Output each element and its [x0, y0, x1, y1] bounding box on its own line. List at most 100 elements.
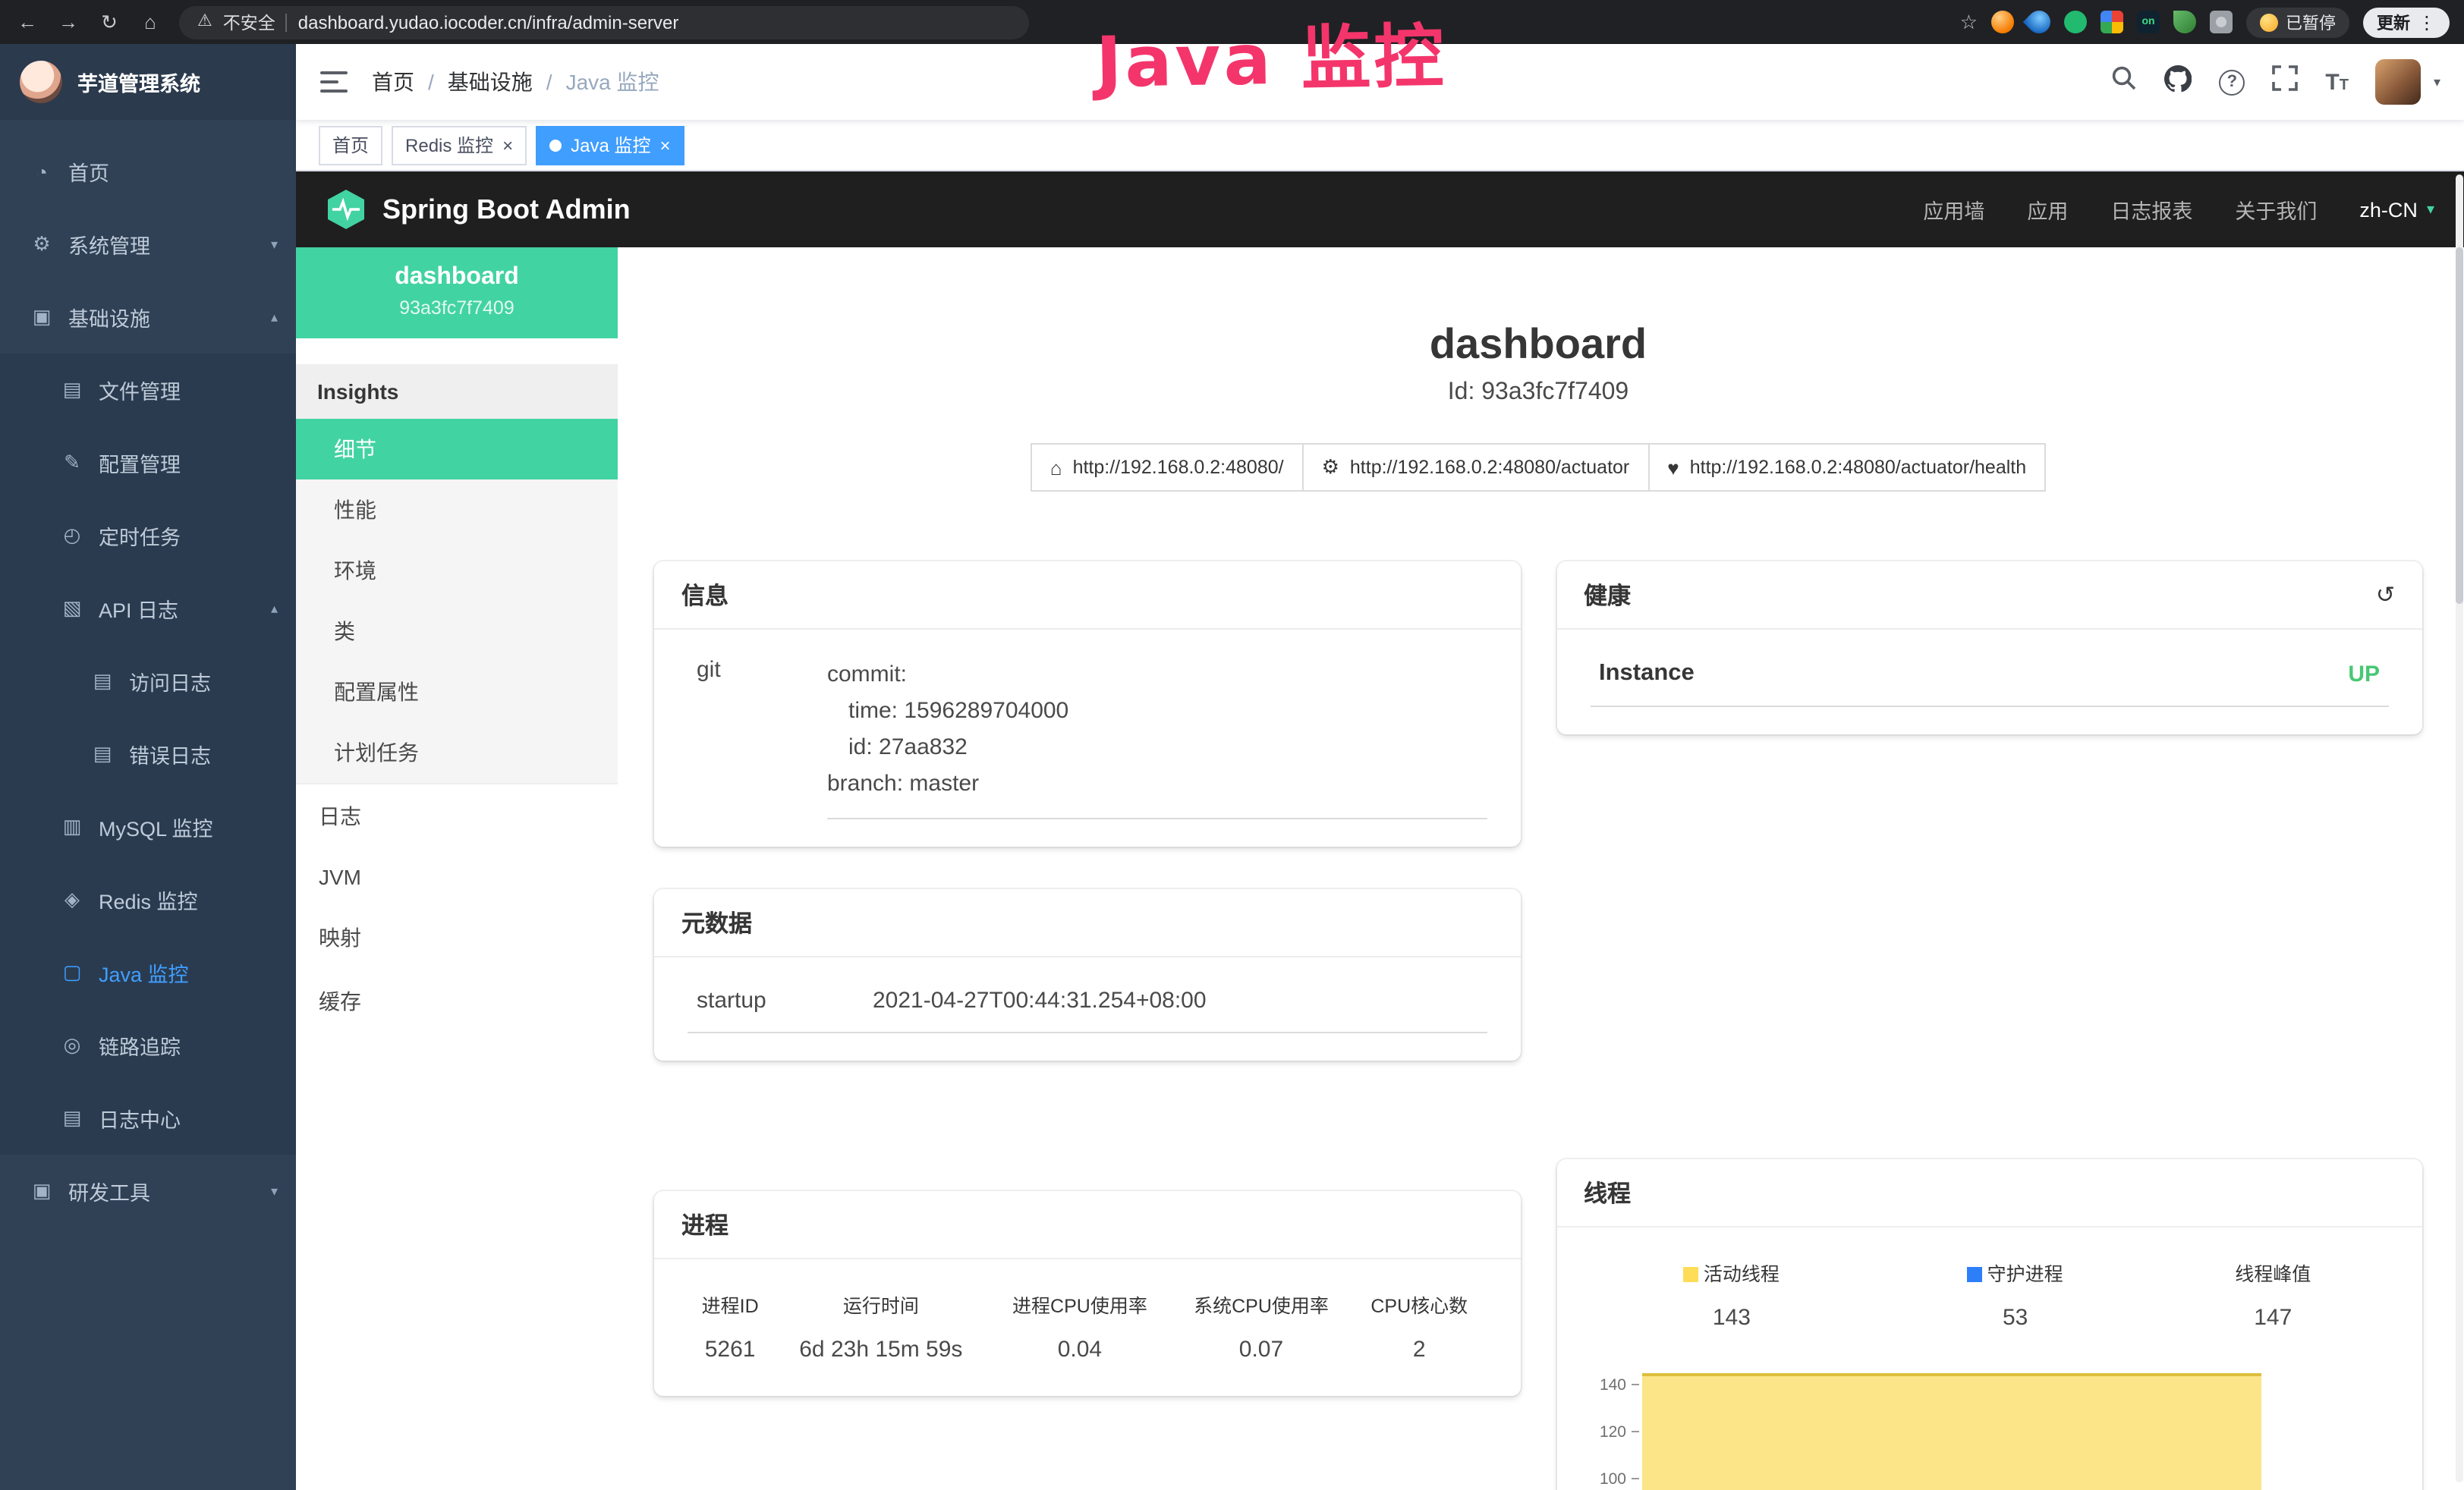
extension-drop-icon[interactable] — [2023, 6, 2055, 38]
sidebar-item-system-management[interactable]: ⚙ 系统管理 ▾ — [0, 208, 296, 281]
user-avatar[interactable] — [2376, 59, 2422, 105]
service-url-text: http://192.168.0.2:48080/ — [1073, 457, 1284, 478]
breadcrumb-home[interactable]: 首页 — [372, 67, 414, 97]
sidebar-item-mysql-monitor[interactable]: ▥ MySQL 监控 — [0, 791, 296, 863]
avatar-caret-icon[interactable]: ▾ — [2434, 74, 2440, 90]
font-size-icon[interactable]: T T — [2325, 71, 2349, 93]
sba-nav-about[interactable]: 关于我们 — [2235, 194, 2317, 225]
help-icon[interactable]: ? — [2219, 69, 2245, 95]
threads-card-header: 线程 — [1556, 1159, 2422, 1228]
document-icon: ▤ — [91, 742, 114, 766]
sba-brand[interactable]: Spring Boot Admin — [326, 188, 631, 231]
sidebar-item-api-logs[interactable]: ▧ API 日志 ▴ — [0, 572, 296, 645]
sba-menu-mappings[interactable]: 映射 — [296, 906, 618, 970]
startup-row: startup 2021-04-27T00:44:31.254+08:00 — [688, 985, 1487, 1033]
forward-icon[interactable]: → — [56, 12, 80, 32]
tab-redis-monitor[interactable]: Redis 监控 × — [392, 125, 527, 165]
sba-nav-applications[interactable]: 应用 — [2027, 194, 2068, 225]
process-col-cores: CPU核心数 — [1352, 1287, 1487, 1322]
sidebar-item-label: API 日志 — [99, 593, 178, 624]
sba-brand-label: Spring Boot Admin — [382, 193, 631, 225]
tab-java-monitor[interactable]: Java 监控 × — [536, 125, 684, 165]
sba-menu-config-props[interactable]: 配置属性 — [296, 662, 618, 722]
fullscreen-icon[interactable] — [2272, 65, 2298, 99]
scrollbar-thumb[interactable] — [2456, 247, 2463, 604]
sidebar-item-dev-tools[interactable]: ▣ 研发工具 ▾ — [0, 1155, 296, 1228]
sidebar-menu: ◔ 首页 ⚙ 系统管理 ▾ ▣ 基础设施 ▴ ▤ 文件管理 — [0, 120, 296, 1228]
sba-menu-details[interactable]: 细节 — [296, 419, 618, 479]
card-title: 线程 — [1584, 1176, 1631, 1209]
chrome-update-button[interactable]: 更新 ⋮ — [2363, 7, 2450, 37]
profile-paused-badge[interactable]: 已暂停 — [2246, 7, 2349, 37]
breadcrumb-infrastructure[interactable]: 基础设施 — [448, 67, 533, 97]
y-tick-label: 100 — [1600, 1470, 1626, 1488]
chart-y-axis: 140 120 100 — [1590, 1361, 1638, 1490]
extensions-puzzle-icon[interactable] — [2210, 11, 2233, 33]
sba-menu-classes[interactable]: 类 — [296, 601, 618, 662]
github-icon[interactable] — [2164, 64, 2192, 99]
sba-menu-metrics[interactable]: 性能 — [296, 479, 618, 540]
security-label[interactable]: 不安全 — [223, 10, 275, 34]
process-card-header: 进程 — [654, 1191, 1520, 1259]
extension-fox-icon[interactable] — [1991, 11, 2014, 33]
sba-menu-logs[interactable]: 日志 — [296, 784, 618, 848]
search-icon[interactable] — [2111, 65, 2137, 99]
sba-menu-environment[interactable]: 环境 — [296, 540, 618, 601]
info-card-header: 信息 — [654, 561, 1520, 630]
sidebar-item-redis-monitor[interactable]: ◈ Redis 监控 — [0, 863, 296, 936]
instance-links: ⌂ http://192.168.0.2:48080/ ⚙ http://192… — [654, 443, 2422, 492]
clock-icon: ◴ — [61, 523, 83, 548]
sidebar-item-label: 文件管理 — [99, 375, 181, 405]
health-url-link[interactable]: ♥ http://192.168.0.2:48080/actuator/heal… — [1647, 443, 2046, 492]
sidebar-item-label: 日志中心 — [99, 1103, 181, 1133]
back-icon[interactable]: ← — [15, 12, 39, 32]
extension-on-badge-icon[interactable]: on — [2137, 11, 2160, 33]
sba-menu-scheduled-tasks[interactable]: 计划任务 — [296, 722, 618, 783]
sidebar-item-access-logs[interactable]: ▤ 访问日志 — [0, 645, 296, 718]
address-bar[interactable]: ⚠ 不安全 dashboard.yudao.iocoder.cn/infra/a… — [179, 5, 1029, 39]
sba-instance-header[interactable]: dashboard 93a3fc7f7409 — [296, 247, 618, 338]
infrastructure-submenu: ▤ 文件管理 ✎ 配置管理 ◴ 定时任务 ▧ API 日志 ▴ — [0, 354, 296, 1155]
sba-nav-wallboard[interactable]: 应用墙 — [1923, 194, 1984, 225]
scrollbar-track[interactable] — [2456, 174, 2463, 1482]
sidebar-item-log-center[interactable]: ▤ 日志中心 — [0, 1082, 296, 1155]
actuator-url-link[interactable]: ⚙ http://192.168.0.2:48080/actuator — [1302, 443, 1650, 492]
bookmark-star-icon[interactable]: ☆ — [1960, 12, 1978, 32]
url-text[interactable]: dashboard.yudao.iocoder.cn/infra/admin-s… — [298, 11, 679, 33]
history-icon[interactable]: ↺ — [2376, 583, 2395, 606]
instance-health-row[interactable]: Instance UP — [1590, 657, 2389, 707]
extension-color-grid-icon[interactable] — [2101, 11, 2123, 33]
sidebar-item-scheduled-tasks[interactable]: ◴ 定时任务 — [0, 499, 296, 572]
main-column: 首页 / 基础设施 / Java 监控 ? — [296, 44, 2464, 1490]
close-icon[interactable]: × — [502, 136, 513, 154]
sba-menu-jvm[interactable]: JVM — [296, 848, 618, 906]
sidebar-item-error-logs[interactable]: ▤ 错误日志 — [0, 718, 296, 791]
process-card-body: 进程ID 运行时间 进程CPU使用率 系统CPU使用率 CPU核心数 — [654, 1259, 1520, 1396]
cards-left-column: 信息 git commit: time: 1596289704000 — [654, 561, 1520, 1396]
extension-leaf-icon[interactable] — [2173, 11, 2196, 33]
redis-icon: ◈ — [61, 888, 83, 912]
startup-label: startup — [697, 988, 873, 1014]
sba-menu-caches[interactable]: 缓存 — [296, 970, 618, 1033]
metadata-card-header: 元数据 — [654, 889, 1520, 957]
close-icon[interactable]: × — [659, 136, 670, 154]
sidebar-item-home[interactable]: ◔ 首页 — [0, 135, 296, 208]
app-logo[interactable]: 芋道管理系统 — [0, 44, 296, 120]
sidebar-item-infrastructure[interactable]: ▣ 基础设施 ▴ — [0, 281, 296, 354]
sidebar-item-file-management[interactable]: ▤ 文件管理 — [0, 354, 296, 426]
locale-selector[interactable]: zh-CN ▾ — [2359, 198, 2434, 221]
sba-nav-journal[interactable]: 日志报表 — [2110, 194, 2192, 225]
browser-menu-icon[interactable]: ⋮ — [2418, 11, 2436, 33]
sidebar-item-label: Java 监控 — [99, 957, 189, 988]
sidebar-toggle-icon[interactable] — [320, 70, 348, 94]
extension-green-circle-icon[interactable] — [2064, 11, 2087, 33]
browser-home-icon[interactable]: ⌂ — [138, 12, 162, 32]
reload-icon[interactable]: ↻ — [97, 12, 121, 32]
sidebar-item-trace[interactable]: ◎ 链路追踪 — [0, 1009, 296, 1082]
service-url-link[interactable]: ⌂ http://192.168.0.2:48080/ — [1031, 443, 1304, 492]
sidebar-item-java-monitor[interactable]: ▢ Java 监控 — [0, 936, 296, 1009]
tab-home[interactable]: 首页 — [319, 125, 382, 165]
sidebar-item-config-management[interactable]: ✎ 配置管理 — [0, 426, 296, 499]
health-card-body: Instance UP — [1556, 630, 2422, 734]
card-title: 信息 — [681, 578, 729, 611]
